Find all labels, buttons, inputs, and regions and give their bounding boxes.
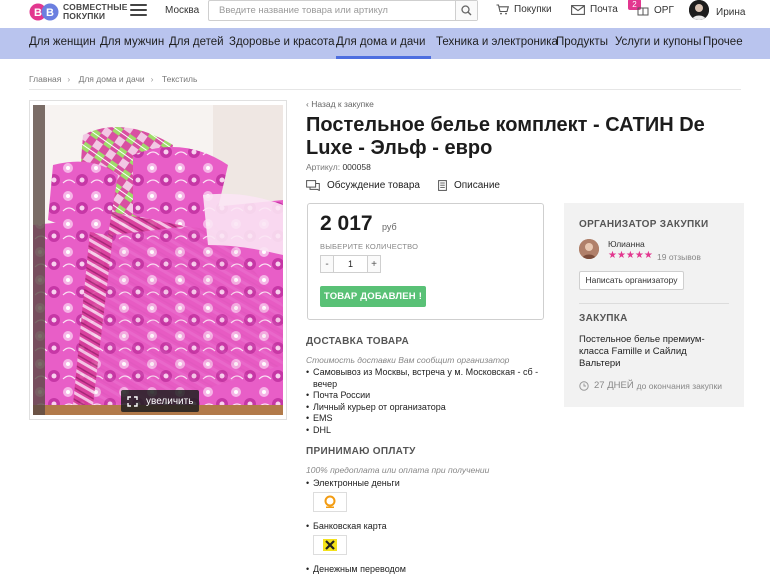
payment-method-transfer: Денежным переводом — [306, 564, 406, 574]
search-icon — [461, 5, 472, 16]
product-photo[interactable]: увеличить — [33, 105, 283, 415]
delivery-option: Почта России — [306, 390, 546, 402]
delivery-option: DHL — [306, 425, 546, 437]
expand-icon — [127, 395, 138, 407]
search-box — [208, 0, 478, 21]
tab-description-label: Описание — [453, 180, 500, 191]
product-article: Артикул: 000058 — [306, 162, 371, 172]
purchases-link[interactable]: Покупки — [496, 4, 552, 15]
payment-method-card: Банковская карта — [306, 521, 387, 531]
purchase-deadline: 27 ДНЕЙ до окончания закупки — [579, 380, 722, 391]
qiwi-icon — [313, 492, 347, 512]
category-kids[interactable]: Для детей — [169, 36, 224, 48]
top-header: B B СОВМЕСТНЫЕ ПОКУПКИ Москва Покупки — [0, 0, 770, 27]
active-category-indicator — [336, 56, 431, 59]
organizer-panel: ОРГАНИЗАТОР ЗАКУПКИ Юлианна ★★★★★ 19 отз… — [564, 203, 744, 407]
category-electronics[interactable]: Техника и электроника — [436, 36, 558, 48]
document-icon — [438, 180, 447, 191]
added-to-cart-button[interactable]: ТОВАР ДОБАВЛЕН ! — [320, 286, 426, 307]
category-other[interactable]: Прочее — [703, 36, 743, 48]
deadline-suffix: до окончания закупки — [636, 380, 723, 391]
mail-label: Почта — [590, 4, 618, 15]
deadline-days: 27 ДНЕЙ — [594, 380, 634, 391]
breadcrumb-textile[interactable]: Текстиль — [162, 74, 198, 84]
category-services[interactable]: Услуги и купоны — [615, 36, 701, 48]
payment-note: 100% предоплата или оплата при получении — [306, 465, 490, 475]
tab-discussion-label: Обсуждение товара — [327, 180, 420, 191]
bank-card-icon — [313, 535, 347, 555]
chat-icon — [306, 180, 320, 191]
user-name: Ирина — [716, 7, 746, 18]
organizer-reviews-link[interactable]: 19 отзывов — [657, 252, 701, 262]
org-label: ОРГ — [654, 4, 674, 16]
svg-text:B: B — [34, 7, 42, 19]
quantity-stepper: - 1 + — [320, 255, 381, 273]
delivery-option: EMS — [306, 413, 546, 425]
payment-method-emoney: Электронные деньги — [306, 478, 400, 488]
organizer-divider — [579, 303, 729, 304]
delivery-option: Личный курьер от организатора — [306, 402, 546, 414]
purchases-label: Покупки — [514, 4, 552, 15]
breadcrumb-home-garden[interactable]: Для дома и дачи — [79, 74, 145, 84]
delivery-note: Стоимость доставки Вам сообщит организат… — [306, 355, 510, 365]
organizer-heading: ОРГАНИЗАТОР ЗАКУПКИ — [579, 219, 709, 230]
breadcrumb-home[interactable]: Главная — [29, 74, 61, 84]
payment-title: ПРИНИМАЮ ОПЛАТУ — [306, 446, 416, 457]
product-tabs: Обсуждение товара Описание — [306, 180, 518, 191]
quantity-decrease-button[interactable]: - — [321, 256, 334, 272]
cart-icon — [496, 4, 509, 15]
search-button[interactable] — [455, 1, 477, 20]
zoom-label: увеличить — [146, 395, 194, 407]
clock-icon — [579, 380, 589, 391]
product-price: 2 017 — [320, 212, 373, 235]
organizer-name[interactable]: Юлианна — [608, 239, 645, 249]
category-home-garden[interactable]: Для дома и дачи — [336, 36, 425, 48]
write-organizer-button[interactable]: Написать организатору — [579, 271, 684, 290]
org-link[interactable]: ОРГ — [637, 4, 674, 16]
category-women[interactable]: Для женщин — [29, 36, 96, 48]
logo-mark-icon: B B — [29, 3, 59, 21]
category-health-beauty[interactable]: Здоровье и красота — [229, 36, 335, 48]
site-logo[interactable]: B B СОВМЕСТНЫЕ ПОКУПКИ — [29, 2, 127, 24]
svg-text:B: B — [46, 7, 54, 19]
gift-icon — [637, 7, 649, 16]
city-selector[interactable]: Москва — [165, 5, 199, 16]
tab-description[interactable]: Описание — [438, 180, 500, 191]
mail-link[interactable]: Почта — [571, 4, 618, 15]
price-box: 2 017 руб ВЫБЕРИТЕ КОЛИЧЕСТВО - 1 + ТОВА… — [307, 203, 544, 320]
menu-icon[interactable] — [130, 4, 147, 18]
category-food[interactable]: Продукты — [556, 36, 608, 48]
quantity-label: ВЫБЕРИТЕ КОЛИЧЕСТВО — [320, 242, 419, 251]
product-title: Постельное белье комплект - САТИН De Lux… — [306, 114, 705, 159]
delivery-options: Самовывоз из Москвы, встреча у м. Москов… — [306, 367, 546, 436]
logo-text: СОВМЕСТНЫЕ ПОКУПКИ — [63, 2, 128, 21]
tab-discussion[interactable]: Обсуждение товара — [306, 180, 420, 191]
breadcrumb-divider — [29, 89, 741, 90]
quantity-increase-button[interactable]: + — [367, 256, 380, 272]
article-value: 000058 — [342, 162, 371, 172]
product-photo-frame: увеличить — [29, 100, 287, 420]
price-currency: руб — [382, 222, 397, 232]
user-menu[interactable]: Ирина — [689, 0, 745, 20]
search-input[interactable] — [209, 1, 457, 20]
category-nav: Для женщин Для мужчин Для детей Здоровье… — [0, 28, 770, 59]
purchase-name-link[interactable]: Постельное белье премиум-класса Famille … — [579, 334, 729, 370]
delivery-option: Самовывоз из Москвы, встреча у м. Москов… — [306, 367, 546, 390]
rating-star-icons: ★★★★★ — [608, 250, 653, 261]
purchase-heading: ЗАКУПКА — [579, 313, 628, 324]
organizer-avatar[interactable] — [579, 239, 599, 259]
zoom-button[interactable]: увеличить — [121, 390, 199, 412]
article-label: Артикул: — [306, 162, 341, 172]
breadcrumb: Главная › Для дома и дачи › Текстиль — [29, 74, 198, 84]
mail-icon — [571, 4, 585, 15]
quantity-value[interactable]: 1 — [334, 256, 367, 272]
delivery-title: ДОСТАВКА ТОВАРА — [306, 336, 409, 347]
user-avatar — [689, 0, 709, 20]
organizer-rating-stars: ★★★★★ — [608, 251, 653, 261]
category-men[interactable]: Для мужчин — [100, 36, 164, 48]
back-to-purchase-link[interactable]: ‹ Назад к закупке — [306, 99, 374, 109]
